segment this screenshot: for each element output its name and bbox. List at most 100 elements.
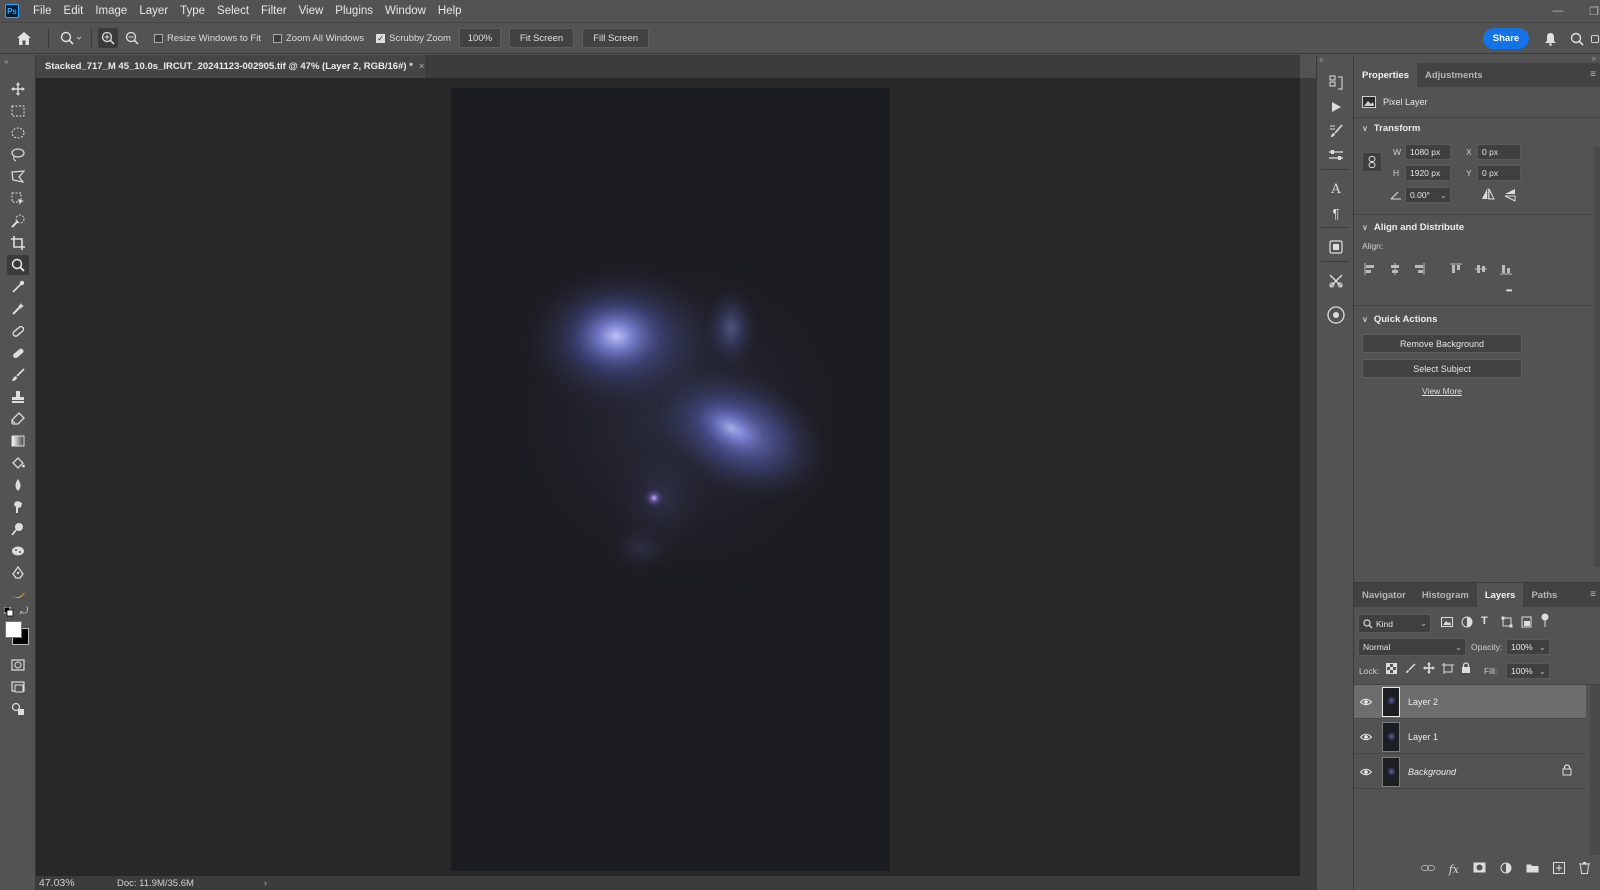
collapse-tools-icon[interactable]: »: [4, 57, 8, 66]
opacity-field[interactable]: 100% ⌄: [1506, 639, 1550, 655]
zoom-tool-preset-icon[interactable]: [57, 31, 85, 45]
align-left-icon[interactable]: [1364, 263, 1376, 278]
blend-mode-select[interactable]: Normal ⌄: [1358, 638, 1466, 656]
zoom-100-button[interactable]: 100%: [458, 28, 501, 48]
fill-screen-button[interactable]: Fill Screen: [582, 28, 650, 48]
more-options-icon[interactable]: •••: [1506, 286, 1512, 295]
lock-transparent-pixels-icon[interactable]: [1386, 663, 1397, 677]
adjustments-sliders-icon[interactable]: [1326, 145, 1346, 165]
paragraph-icon[interactable]: ¶: [1326, 203, 1346, 223]
menu-help[interactable]: Help: [432, 0, 468, 22]
menu-filter[interactable]: Filter: [255, 0, 293, 22]
tab-adjustments[interactable]: Adjustments: [1417, 63, 1491, 87]
eraser-tool-icon[interactable]: [7, 409, 29, 429]
edit-toolbar-icon[interactable]: [7, 699, 29, 719]
object-selection-icon[interactable]: [7, 189, 29, 209]
layer-name[interactable]: Background: [1408, 767, 1456, 777]
tab-navigator[interactable]: Navigator: [1354, 583, 1414, 607]
clone-stamp-icon[interactable]: [7, 387, 29, 407]
collapse-strip-icon[interactable]: «: [1319, 55, 1323, 64]
notifications-bell-icon[interactable]: [1541, 31, 1559, 47]
menu-image[interactable]: Image: [89, 0, 133, 22]
close-document-icon[interactable]: ×: [419, 61, 425, 72]
filter-shape-icon[interactable]: [1501, 616, 1513, 631]
align-center-h-icon[interactable]: [1389, 263, 1401, 278]
foreground-color-swatch[interactable]: [5, 621, 22, 638]
lasso-tool-icon[interactable]: [7, 145, 29, 165]
align-section-header[interactable]: ∨ Align and Distribute: [1354, 222, 1464, 233]
layers-scrollbar[interactable]: [1590, 685, 1600, 855]
link-layers-icon[interactable]: [1420, 863, 1435, 875]
link-dimensions-icon[interactable]: [1362, 152, 1382, 172]
tool-presets-icon[interactable]: [1326, 271, 1346, 291]
maximize-icon[interactable]: ❐: [1584, 0, 1600, 22]
tab-properties[interactable]: Properties: [1354, 63, 1417, 87]
resize-windows-checkbox[interactable]: Resize Windows to Fit: [154, 33, 261, 44]
select-subject-button[interactable]: Select Subject: [1362, 359, 1522, 378]
home-icon[interactable]: [12, 31, 36, 46]
elliptical-marquee-icon[interactable]: [7, 123, 29, 143]
character-icon[interactable]: A: [1326, 179, 1346, 199]
layer-name[interactable]: Layer 1: [1408, 732, 1438, 742]
canvas-image[interactable]: [451, 88, 890, 871]
bandage-icon[interactable]: [7, 343, 29, 363]
eye-visibility-icon[interactable]: [1354, 698, 1378, 706]
eye-visibility-icon[interactable]: [1354, 768, 1378, 776]
layer-row[interactable]: Background: [1354, 755, 1586, 789]
pen-tool-icon[interactable]: [7, 563, 29, 583]
screen-mode-icon[interactable]: [7, 677, 29, 697]
height-field[interactable]: 1920 px: [1405, 165, 1451, 181]
tab-paths[interactable]: Paths: [1523, 583, 1565, 607]
align-middle-v-icon[interactable]: [1475, 263, 1487, 278]
workspace-icon[interactable]: [1590, 31, 1600, 47]
menu-window[interactable]: Window: [379, 0, 432, 22]
flip-vertical-icon[interactable]: [1504, 188, 1516, 205]
align-right-icon[interactable]: [1413, 263, 1425, 278]
vertical-scrollbar[interactable]: [1300, 78, 1316, 876]
banana-tool-icon[interactable]: [7, 585, 29, 605]
panel-menu-icon[interactable]: ≡: [1590, 69, 1596, 80]
layer-style-fx-icon[interactable]: fx: [1449, 863, 1459, 876]
layer-row[interactable]: Layer 1: [1354, 720, 1586, 754]
lock-artboard-icon[interactable]: [1442, 663, 1454, 677]
menu-select[interactable]: Select: [211, 0, 255, 22]
smudge-tool-icon[interactable]: [7, 497, 29, 517]
new-group-icon[interactable]: [1526, 863, 1539, 876]
quick-selection-icon[interactable]: [7, 211, 29, 231]
tab-layers[interactable]: Layers: [1476, 583, 1524, 607]
layer-filter-select[interactable]: Kind ⌄: [1358, 614, 1431, 633]
eye-visibility-icon[interactable]: [1354, 733, 1378, 741]
panel-menu-icon[interactable]: ≡: [1590, 589, 1596, 600]
lock-icon[interactable]: [1562, 764, 1572, 779]
libraries-icon[interactable]: [1326, 237, 1346, 257]
zoom-out-icon[interactable]: [122, 28, 142, 48]
sponge-tool-icon[interactable]: [7, 541, 29, 561]
x-field[interactable]: 0 px: [1477, 144, 1521, 160]
layer-row[interactable]: Layer 2: [1354, 685, 1586, 719]
eyedropper-tool-icon[interactable]: [7, 277, 29, 297]
status-arrow-icon[interactable]: ›: [264, 878, 267, 889]
tab-histogram[interactable]: Histogram: [1414, 583, 1477, 607]
quick-mask-icon[interactable]: [7, 655, 29, 675]
add-mask-icon[interactable]: [1473, 862, 1486, 876]
collapse-panels-icon[interactable]: »: [1592, 54, 1596, 63]
minimize-icon[interactable]: —: [1548, 0, 1568, 22]
scrubby-zoom-checkbox[interactable]: ✓ Scrubby Zoom: [376, 33, 451, 44]
filter-adjustment-icon[interactable]: [1461, 616, 1473, 631]
swap-colors-icon[interactable]: ⤾: [20, 606, 28, 617]
spot-healing-icon[interactable]: [7, 299, 29, 319]
properties-scrollbar[interactable]: [1594, 147, 1600, 567]
fill-field[interactable]: 100% ⌄: [1506, 663, 1550, 679]
zoom-tool-icon[interactable]: [7, 255, 29, 275]
flip-horizontal-icon[interactable]: [1481, 188, 1495, 203]
lock-all-icon[interactable]: [1461, 662, 1471, 677]
dodge-tool-icon[interactable]: [7, 519, 29, 539]
menu-layer[interactable]: Layer: [133, 0, 174, 22]
delete-layer-trash-icon[interactable]: [1579, 861, 1590, 877]
search-icon[interactable]: [1568, 31, 1586, 47]
zoom-all-windows-checkbox[interactable]: Zoom All Windows: [272, 33, 364, 44]
new-layer-icon[interactable]: [1553, 861, 1565, 877]
view-more-link[interactable]: View More: [1362, 386, 1522, 396]
marquee-tool-icon[interactable]: [7, 101, 29, 121]
share-button[interactable]: Share: [1483, 28, 1529, 49]
